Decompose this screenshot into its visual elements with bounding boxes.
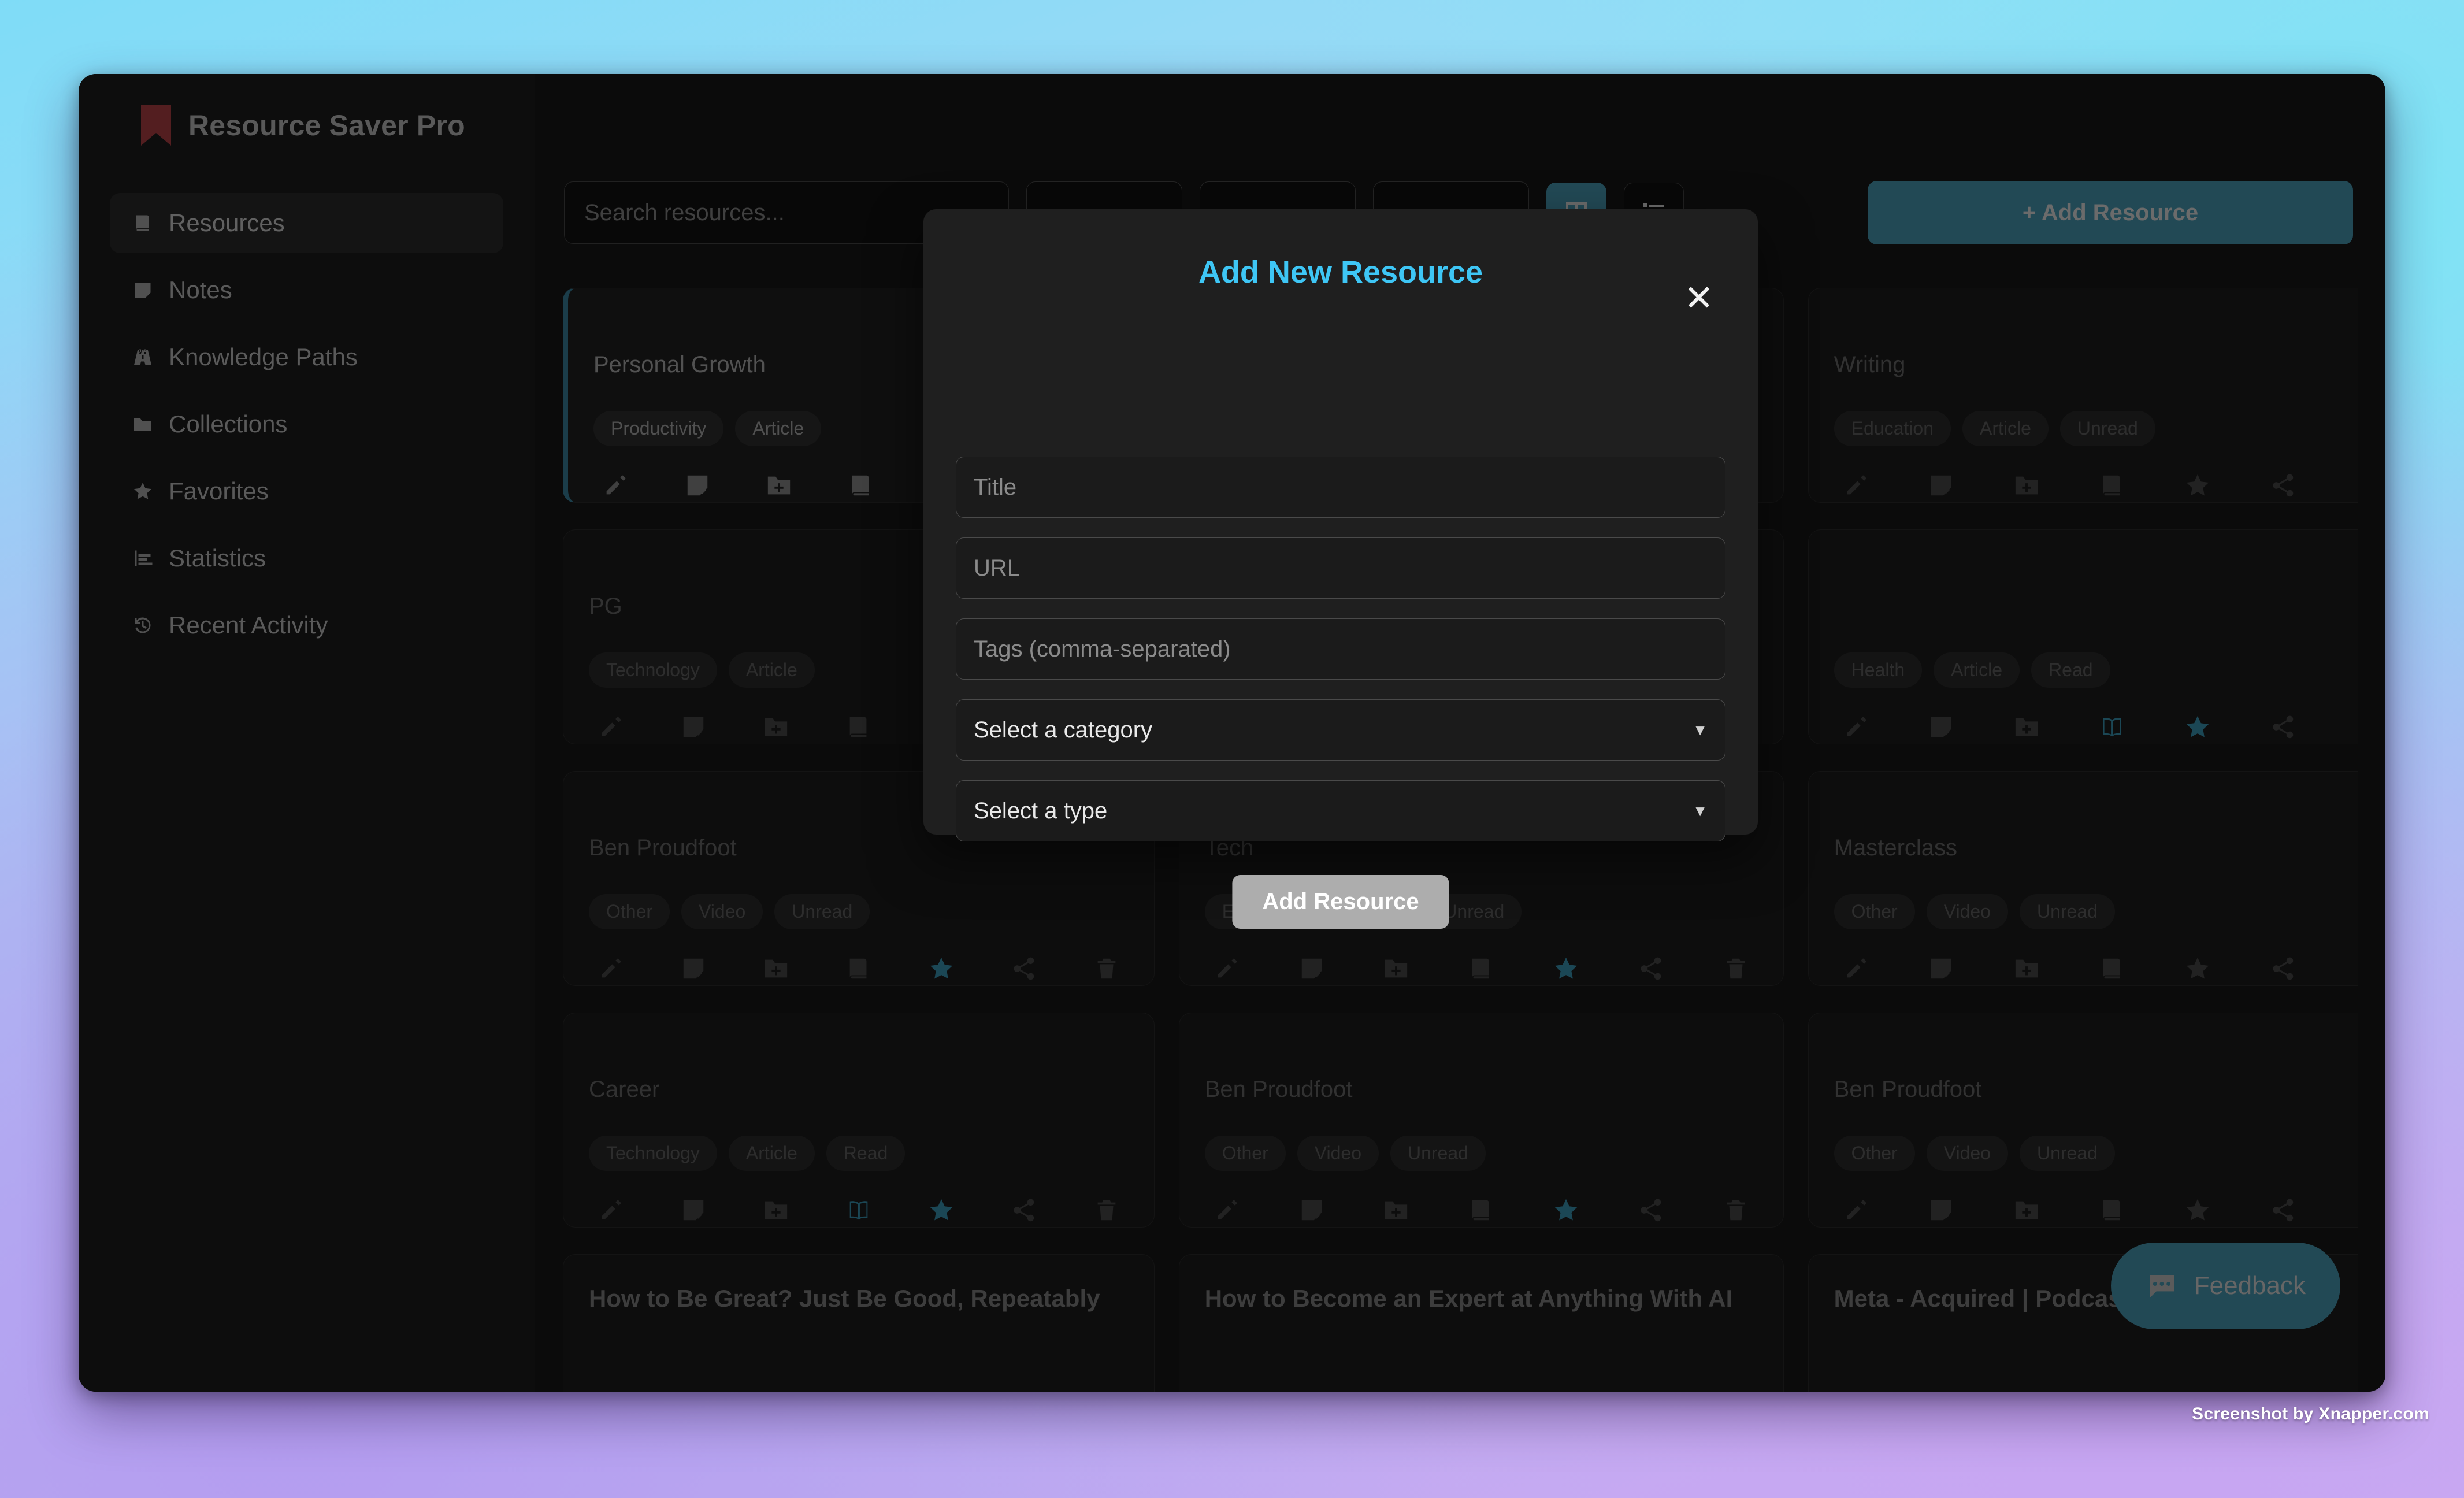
- chevron-down-icon: ▼: [1693, 721, 1708, 739]
- title-placeholder: Title: [974, 474, 1017, 500]
- app-window: Resource Saver Pro Resources Notes Knowl…: [79, 74, 2385, 1392]
- tags-input[interactable]: Tags (comma-separated): [956, 618, 1725, 680]
- watermark: Screenshot by Xnapper.com: [2192, 1404, 2429, 1423]
- type-select-value: Select a type: [974, 798, 1108, 824]
- chevron-down-icon: ▼: [1693, 802, 1708, 820]
- url-placeholder: URL: [974, 555, 1021, 581]
- type-select[interactable]: Select a type ▼: [956, 780, 1725, 841]
- tags-placeholder: Tags (comma-separated): [974, 636, 1231, 662]
- url-input[interactable]: URL: [956, 537, 1725, 599]
- add-resource-modal: Add New Resource ✕ Title URL Tags (comma…: [923, 209, 1758, 929]
- close-icon[interactable]: ✕: [1684, 281, 1714, 317]
- submit-add-resource-button[interactable]: Add Resource: [1232, 875, 1449, 929]
- modal-title: Add New Resource: [1198, 255, 1483, 290]
- category-select-value: Select a category: [974, 717, 1153, 743]
- title-input[interactable]: Title: [956, 457, 1725, 518]
- category-select[interactable]: Select a category ▼: [956, 699, 1725, 761]
